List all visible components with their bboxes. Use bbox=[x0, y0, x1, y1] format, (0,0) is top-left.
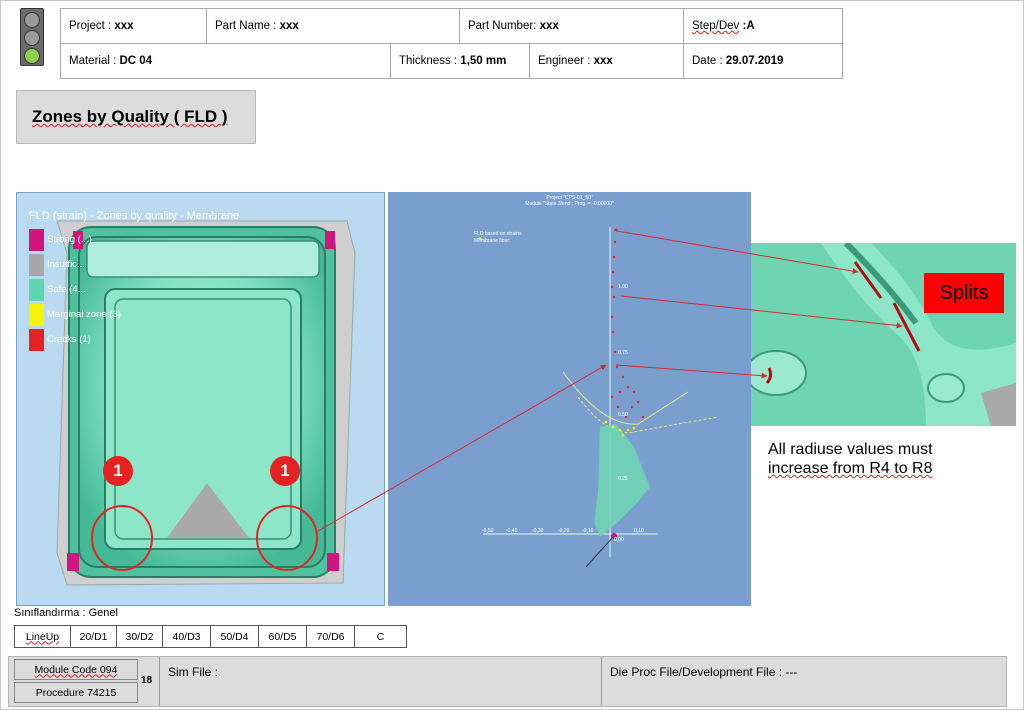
sim-file-cell: Sim File : bbox=[159, 657, 599, 706]
fld-caption: FLD (strain) - Zones by quality - Membra… bbox=[29, 210, 240, 222]
closeup-render bbox=[751, 243, 1016, 426]
legend-item-insufficient: Insuffic... bbox=[29, 252, 121, 277]
lineup-cell: 60/D5 bbox=[258, 625, 307, 648]
page-title: Zones by Quality ( FLD ) bbox=[16, 90, 256, 144]
marker-badge-right: 1 bbox=[270, 456, 300, 486]
x-tick-label: -0,50 bbox=[482, 528, 494, 534]
part-name-cell: Part Name : xxx bbox=[206, 8, 460, 44]
lineup-table: LineUp 20/D1 30/D2 40/D3 50/D4 60/D5 70/… bbox=[14, 625, 407, 648]
legend-swatch bbox=[29, 328, 44, 351]
engineer-cell: Engineer : xxx bbox=[529, 43, 684, 79]
marker-badge-left: 1 bbox=[103, 456, 133, 486]
legend-swatch bbox=[29, 228, 44, 251]
y-tick-label: 0.25 bbox=[618, 476, 628, 482]
lineup-cell: 20/D1 bbox=[70, 625, 117, 648]
fld-plot bbox=[478, 227, 719, 568]
quality-legend: Strong (...) Insuffic... Safe (4... Marg… bbox=[29, 227, 121, 352]
legend-swatch bbox=[29, 278, 44, 301]
procedure-box: Procedure 74215 bbox=[14, 682, 138, 703]
y-tick-label: 1.00 bbox=[618, 284, 628, 290]
y-tick-label: 0.50 bbox=[618, 412, 628, 418]
legend-item-safe: Safe (4... bbox=[29, 277, 121, 302]
traffic-lamp-yellow bbox=[24, 30, 40, 46]
material-cell: Material : DC 04 bbox=[60, 43, 391, 79]
page-number: 18 bbox=[141, 675, 153, 686]
y-tick-label: 0.75 bbox=[618, 350, 628, 356]
module-code-box: Module Code 094 bbox=[14, 659, 138, 680]
footer-bar: Module Code 094 Procedure 74215 18 Sim F… bbox=[8, 656, 1007, 707]
lineup-cell: 50/D4 bbox=[210, 625, 259, 648]
step-dev-cell: Step/Dev :A bbox=[683, 8, 843, 44]
lineup-cell: LineUp bbox=[14, 625, 71, 648]
lineup-cell: 40/D3 bbox=[162, 625, 211, 648]
traffic-lamp-red bbox=[24, 12, 40, 28]
x-tick-label: 0,00 bbox=[614, 537, 624, 543]
x-tick-label: -0,20 bbox=[558, 528, 570, 534]
header-info-table: Project : xxx Part Name : xxx Part Numbe… bbox=[60, 8, 843, 79]
radius-note: All radiuse values must increase from R4… bbox=[768, 440, 933, 478]
x-tick-label: -0,30 bbox=[532, 528, 544, 534]
note-line-1: All radiuse values must bbox=[768, 441, 933, 458]
fld-diagram-view: Project "CPS-01_50" Module "State 3/end … bbox=[388, 192, 751, 606]
part-number-cell: Part Number: xxx bbox=[458, 8, 685, 44]
lineup-cell: 30/D2 bbox=[116, 625, 163, 648]
thickness-cell: Thickness : 1,50 mm bbox=[389, 43, 531, 79]
legend-item-marginal: Marginal zone (3) bbox=[29, 302, 121, 327]
lineup-cell: 70/D6 bbox=[306, 625, 355, 648]
note-line-2: increase from R4 to R8 bbox=[768, 460, 933, 477]
legend-item-strong: Strong (...) bbox=[29, 227, 121, 252]
die-proc-cell: Die Proc File/Development File : --- bbox=[601, 657, 1006, 706]
legend-swatch bbox=[29, 253, 44, 276]
splits-closeup-image bbox=[751, 243, 1016, 426]
date-cell: Date : 29.07.2019 bbox=[683, 43, 843, 79]
lineup-cell: C bbox=[354, 625, 407, 648]
fld-zones-view: FLD (strain) - Zones by quality - Membra… bbox=[16, 192, 385, 606]
splits-label: Splits bbox=[924, 273, 1004, 313]
x-tick-label: 0,10 bbox=[634, 528, 644, 534]
classification-label: Sınıflandırma : Genel bbox=[14, 607, 118, 619]
legend-item-cracks: Cracks (1) bbox=[29, 327, 121, 352]
x-tick-label: -0,10 bbox=[582, 528, 594, 534]
traffic-light-icon bbox=[20, 8, 44, 66]
project-cell: Project : xxx bbox=[60, 8, 207, 44]
legend-swatch bbox=[29, 303, 44, 326]
x-tick-label: -0,40 bbox=[506, 528, 518, 534]
traffic-lamp-green bbox=[24, 48, 40, 64]
